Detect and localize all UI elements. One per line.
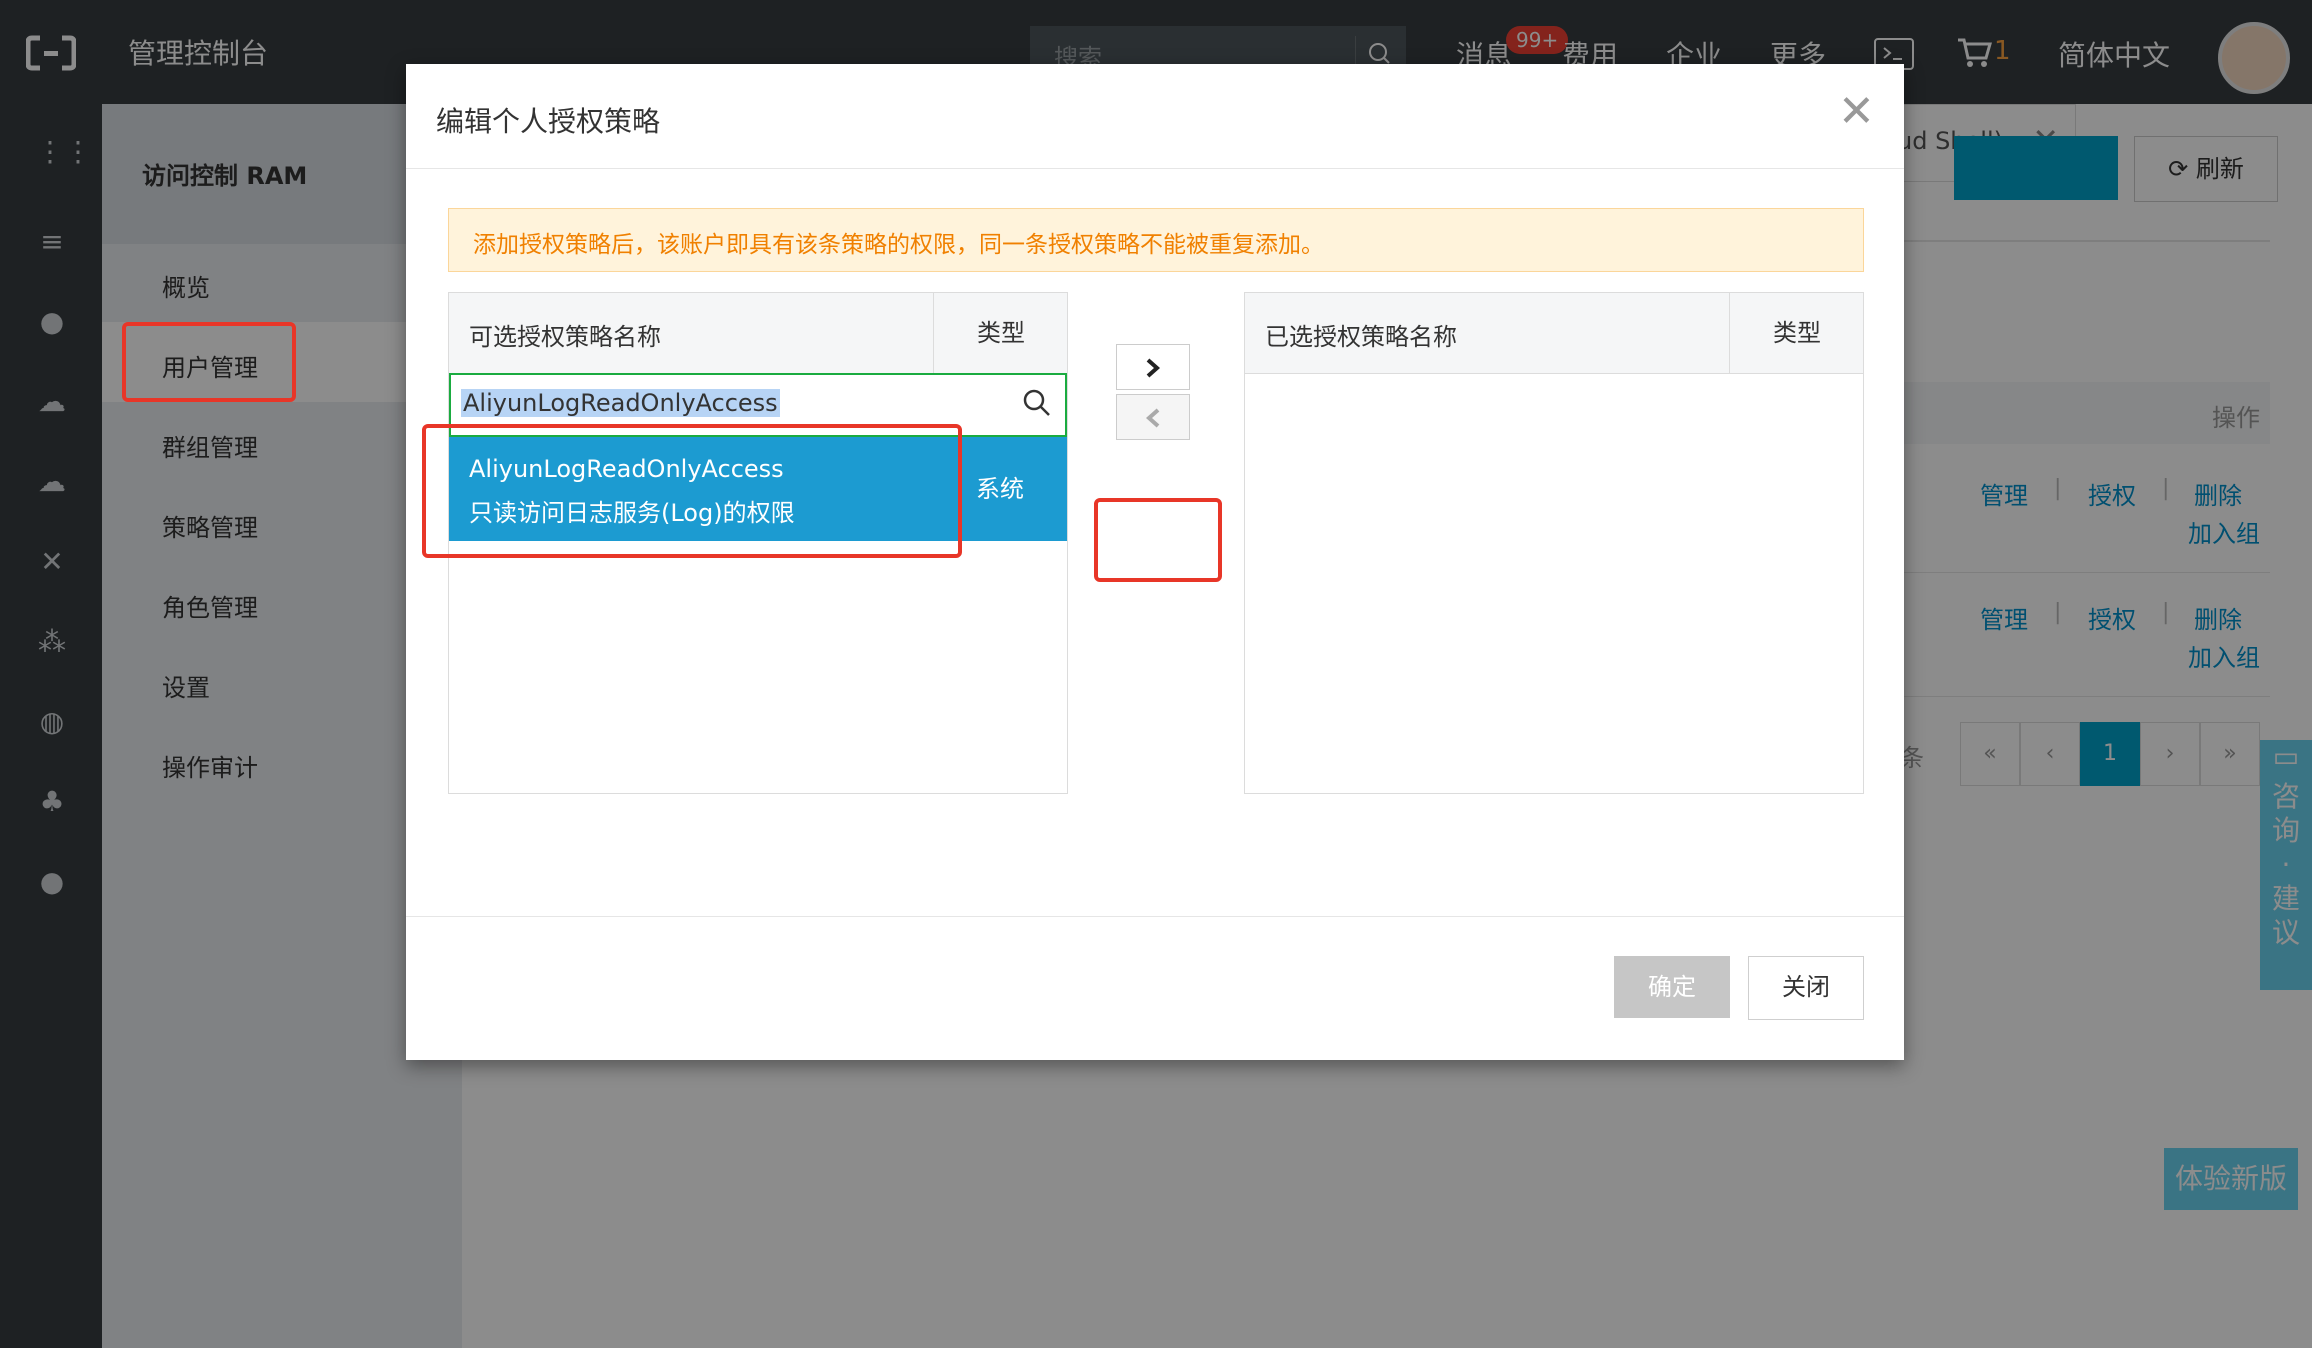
dialog-title: 编辑个人授权策略: [436, 105, 661, 138]
policy-search-value: AliyunLogReadOnlyAccess: [461, 389, 780, 417]
chevron-right-icon: [1146, 358, 1161, 378]
search-icon[interactable]: [1019, 385, 1055, 421]
notice-banner: 添加授权策略后，该账户即具有该条策略的权限，同一条授权策略不能被重复添加。: [448, 208, 1864, 272]
selected-type-header: 类型: [1729, 293, 1864, 373]
selected-panel-header: 已选授权策略名称 类型: [1245, 293, 1863, 374]
close-button[interactable]: 关闭: [1748, 956, 1864, 1020]
highlight-box-users: [122, 322, 296, 402]
close-icon[interactable]: ✕: [1838, 90, 1875, 134]
divider: [406, 916, 1904, 917]
notice-text: 添加授权策略后，该账户即具有该条策略的权限，同一条授权策略不能被重复添加。: [473, 232, 1324, 258]
available-type-header: 类型: [933, 293, 1068, 373]
selected-name-header: 已选授权策略名称: [1265, 323, 1457, 351]
remove-policy-button[interactable]: [1116, 394, 1190, 440]
add-policy-button[interactable]: [1116, 344, 1190, 390]
selected-policies-panel: 已选授权策略名称 类型: [1244, 292, 1864, 794]
highlight-box-policy-result: [422, 424, 962, 558]
chevron-left-icon: [1145, 408, 1160, 428]
highlight-box-add-button: [1094, 498, 1222, 582]
available-name-header: 可选授权策略名称: [469, 323, 661, 351]
confirm-button[interactable]: 确定: [1614, 956, 1730, 1018]
divider: [406, 168, 1904, 169]
available-panel-header: 可选授权策略名称 类型: [449, 293, 1067, 374]
